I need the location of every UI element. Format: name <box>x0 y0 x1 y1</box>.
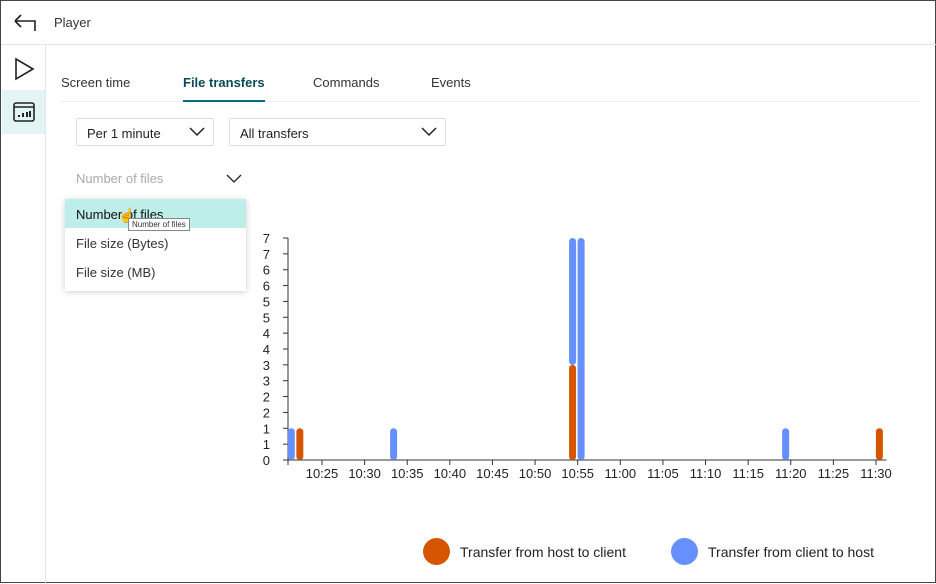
legend-swatch-orange <box>423 538 450 565</box>
y-tick-label: 0 <box>263 453 270 468</box>
x-tick-label: 11:00 <box>605 466 637 481</box>
y-tick-label: 6 <box>263 263 270 278</box>
transfer-type-select[interactable]: All transfers <box>229 118 446 146</box>
legend-label: Transfer from host to client <box>460 543 626 560</box>
legend-item-client-to-host: Transfer from client to host <box>671 538 874 565</box>
metric-select[interactable]: Number of files <box>76 171 246 186</box>
chevron-down-icon <box>226 174 242 183</box>
chevron-down-icon <box>189 127 205 137</box>
bar <box>569 238 577 365</box>
play-icon <box>14 57 35 81</box>
x-tick-label: 10:40 <box>434 466 467 481</box>
menu-item-file-size-mb[interactable]: File size (MB) <box>65 257 246 286</box>
y-tick-label: 4 <box>263 342 270 357</box>
x-tick-label: 10:35 <box>391 466 424 481</box>
x-tick-label: 10:45 <box>476 466 509 481</box>
bar <box>577 238 585 460</box>
x-tick-label: 10:55 <box>561 466 594 481</box>
bar <box>782 428 790 460</box>
header: Player <box>1 1 936 45</box>
y-tick-label: 7 <box>263 247 270 262</box>
interval-value: Per 1 minute <box>87 126 161 141</box>
x-tick-label: 11:30 <box>860 466 892 481</box>
tab-screen-time[interactable]: Screen time <box>61 75 130 90</box>
page-title: Player <box>54 15 91 30</box>
interval-select[interactable]: Per 1 minute <box>76 118 214 146</box>
y-tick-label: 3 <box>263 358 270 373</box>
y-tick-label: 2 <box>263 405 270 420</box>
bar <box>875 428 883 460</box>
tooltip: Number of files <box>128 218 190 231</box>
y-tick-label: 5 <box>263 310 270 325</box>
sidebar-item-analytics[interactable] <box>2 90 45 134</box>
y-tick-label: 5 <box>263 294 270 309</box>
metric-value: Number of files <box>76 171 164 186</box>
bar <box>390 428 398 460</box>
bar <box>569 364 577 460</box>
legend-item-host-to-client: Transfer from host to client <box>423 538 626 565</box>
transfer-type-value: All transfers <box>240 126 309 141</box>
x-tick-label: 11:25 <box>818 466 850 481</box>
x-tick-label: 11:20 <box>775 466 807 481</box>
sidebar <box>1 45 46 584</box>
x-tick-label: 10:25 <box>306 466 339 481</box>
y-tick-label: 1 <box>263 437 270 452</box>
x-tick-label: 11:10 <box>690 466 722 481</box>
x-tick-label: 10:30 <box>348 466 381 481</box>
tab-file-transfers[interactable]: File transfers <box>183 75 265 102</box>
x-tick-label: 11:05 <box>647 466 679 481</box>
analytics-icon <box>12 102 35 122</box>
y-tick-label: 6 <box>263 279 270 294</box>
tab-bar: Screen time File transfers Commands Even… <box>61 63 921 102</box>
x-tick-label: 10:50 <box>519 466 552 481</box>
menu-item-file-size-bytes[interactable]: File size (Bytes) <box>65 228 246 257</box>
back-arrow-icon[interactable] <box>13 12 39 34</box>
y-tick-label: 4 <box>263 326 270 341</box>
sidebar-item-player[interactable] <box>2 47 45 91</box>
legend-label: Transfer from client to host <box>708 543 874 560</box>
tab-events[interactable]: Events <box>431 75 471 90</box>
file-transfers-chart: 01122334455667710:25 10:30 10:35 10:40 10:45… <box>263 231 892 481</box>
x-tick-label: 11:15 <box>732 466 764 481</box>
metric-dropdown-menu: Number of files File size (Bytes) File s… <box>65 199 246 291</box>
y-tick-label: 3 <box>263 374 270 389</box>
y-tick-label: 7 <box>263 231 270 246</box>
y-tick-label: 2 <box>263 390 270 405</box>
bar <box>287 428 295 460</box>
tab-commands[interactable]: Commands <box>313 75 379 90</box>
chevron-down-icon <box>421 127 437 137</box>
bar <box>296 428 304 460</box>
y-tick-label: 1 <box>263 421 270 436</box>
legend-swatch-blue <box>671 538 698 565</box>
